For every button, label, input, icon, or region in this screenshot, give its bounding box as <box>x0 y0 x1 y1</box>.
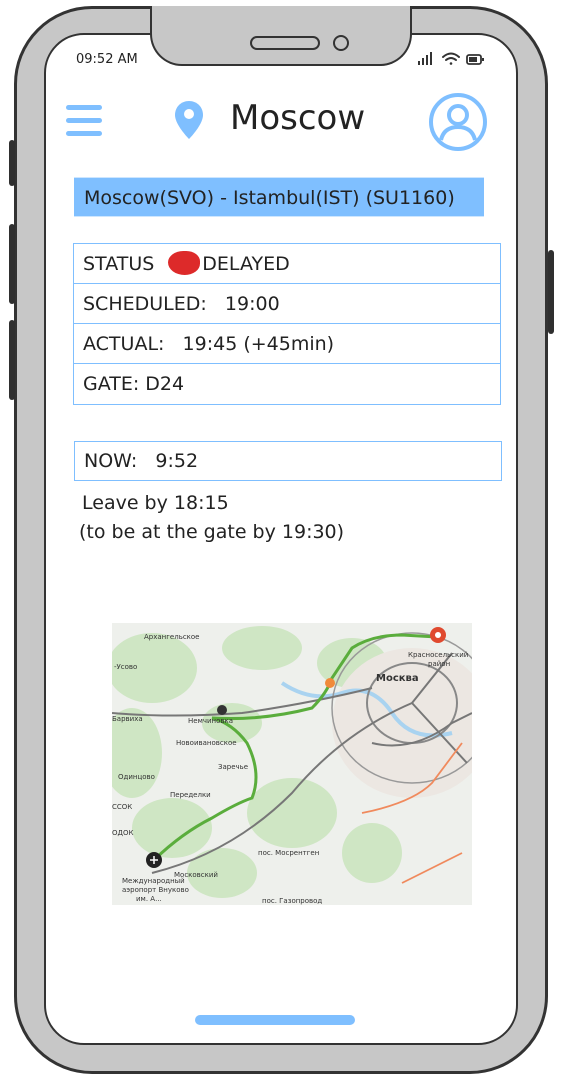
map-label-sesok: ССОК <box>112 803 133 811</box>
map-label-odintsovo: Одинцово <box>118 773 155 781</box>
flight-details-table: STATUS DELAYED SCHEDULED: 19:00 ACTUAL: 1… <box>73 243 501 405</box>
status-row: STATUS DELAYED <box>74 244 500 284</box>
status-bar-time: 09:52 AM <box>76 52 138 67</box>
map-label-odok: ОДОК <box>112 829 134 837</box>
location-pin-icon <box>174 100 204 140</box>
map-label-mosrentgen: пос. Мосрентген <box>258 849 320 857</box>
map-label-moskva: Москва <box>376 673 419 684</box>
battery-icon <box>466 54 484 65</box>
camera <box>333 35 349 51</box>
leave-by-text: Leave by 18:15 <box>82 492 229 514</box>
volume-down-button <box>9 320 15 400</box>
gate-row: GATE: D24 <box>83 373 185 395</box>
map-label-barvikha: Барвиха <box>112 715 143 723</box>
map-label-peredelki: Переделки <box>170 791 211 799</box>
status-bar-icons <box>415 50 487 68</box>
user-profile-icon[interactable] <box>428 92 488 152</box>
map-label-novoivanovskoe: Новоивановское <box>176 739 237 747</box>
mute-switch <box>9 140 15 186</box>
map-label-nemchinovka: Немчиновка <box>188 717 234 725</box>
map-label-gazoprovod: пос. Газопровод <box>262 897 323 905</box>
status-label: STATUS <box>83 253 155 275</box>
scheduled-row: SCHEDULED: 19:00 <box>74 284 500 324</box>
gate-arrival-note: (to be at the gate by 19:30) <box>79 521 345 543</box>
map-label-rayon: район <box>428 660 451 668</box>
hamburger-menu-icon[interactable] <box>66 104 102 136</box>
power-button <box>548 250 554 334</box>
map-label-krasnoselsky: Красносельский <box>408 651 469 659</box>
speaker <box>250 36 320 50</box>
city-title: Moscow <box>230 98 366 138</box>
map-label-arkhangelskoe: Архангельское <box>144 633 200 641</box>
current-time-box: NOW: 9:52 <box>74 441 502 481</box>
flight-route-banner: Moscow(SVO) - Istambul(IST) (SU1160) <box>74 177 484 217</box>
home-indicator[interactable] <box>195 1015 355 1025</box>
status-indicator-dot <box>168 250 201 275</box>
map-label-airport-line1: Международный <box>122 877 185 885</box>
map-label-usovo: -Усово <box>114 663 138 671</box>
volume-up-button <box>9 224 15 304</box>
route-map[interactable]: Архангельское -Усово Красносельский райо… <box>112 623 472 905</box>
signal-icon <box>418 52 432 65</box>
wifi-icon <box>442 52 460 65</box>
status-value: DELAYED <box>202 253 290 275</box>
map-label-airport-line2: аэропорт Внуково <box>122 886 189 894</box>
actual-row: ACTUAL: 19:45 (+45min) <box>74 324 500 364</box>
map-label-zarechye: Заречье <box>218 763 249 771</box>
map-drawing <box>112 626 472 898</box>
map-label-airport-line3: им. А... <box>136 895 162 903</box>
